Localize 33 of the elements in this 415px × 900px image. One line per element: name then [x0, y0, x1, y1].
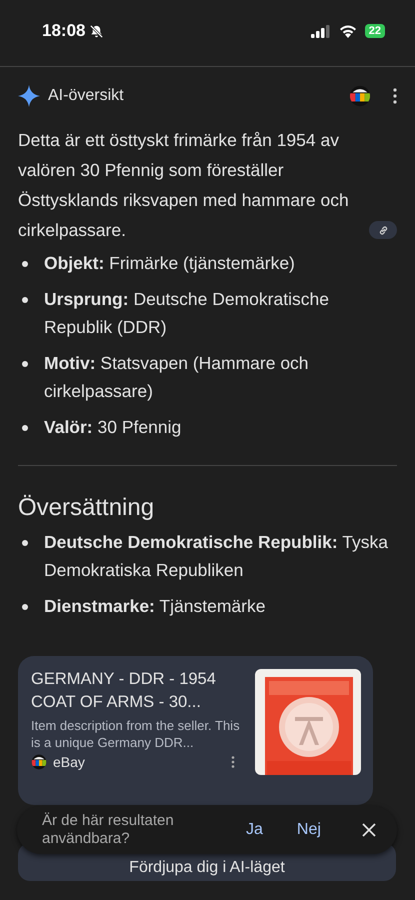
- bullet-icon: [22, 425, 28, 431]
- fact-item: Ursprung: Deutsche Demokratische Republik (DDR): [44, 288, 330, 339]
- signal-icon: [310, 24, 331, 38]
- source-card[interactable]: GERMANY - DDR - 1954 COAT OF ARMS - 30... Item description from the seller. This is a unique Germany DDR... eBay: [18, 656, 373, 805]
- fact-item: Motiv: Statsvapen (Hammare och cirkelpassare): [44, 352, 310, 403]
- close-icon[interactable]: [360, 822, 377, 838]
- source-link-chip[interactable]: [369, 221, 397, 239]
- card-description: Item description from the seller. This is a unique Germany DDR...: [31, 717, 241, 751]
- clock: 18:08: [42, 21, 86, 41]
- bullet-icon: [22, 361, 28, 367]
- more-options-icon[interactable]: [231, 756, 235, 768]
- link-icon: [378, 224, 388, 236]
- site-logo-icon: [31, 754, 47, 770]
- bullet-icon: [22, 540, 28, 546]
- translation-item: Deutsche Demokratische Republik: Tyska Demokratiska Republiken: [44, 531, 389, 582]
- summary-text: Detta är ett östtyskt frimärke från 1954 av valören 30 Pfennig som föreställer Östtysklands riksvapen med hammare och cirkelpassare.: [18, 129, 350, 242]
- wifi-icon: [338, 24, 357, 38]
- bullet-icon: [22, 261, 28, 267]
- bullet-icon: [22, 297, 28, 303]
- source-name: eBay: [53, 754, 86, 770]
- battery-level: 22: [364, 24, 385, 38]
- fact-item: Valör: 30 Pfennig: [44, 416, 182, 439]
- section-heading: Översättning: [18, 494, 156, 522]
- fact-item: Objekt: Frimärke (tjänstemärke): [44, 252, 295, 275]
- yes-button[interactable]: Ja: [242, 817, 267, 843]
- sparkle-icon: [18, 85, 40, 107]
- section-title: AI-översikt: [48, 87, 124, 105]
- card-title: GERMANY - DDR - 1954 COAT OF ARMS - 30...: [31, 669, 217, 713]
- more-options-icon[interactable]: [393, 88, 397, 104]
- no-button[interactable]: Nej: [292, 817, 325, 843]
- translation-item: Dienstmarke: Tjänstemärke: [44, 595, 266, 618]
- bullet-icon: [22, 604, 28, 610]
- site-logo-icon: [349, 85, 371, 107]
